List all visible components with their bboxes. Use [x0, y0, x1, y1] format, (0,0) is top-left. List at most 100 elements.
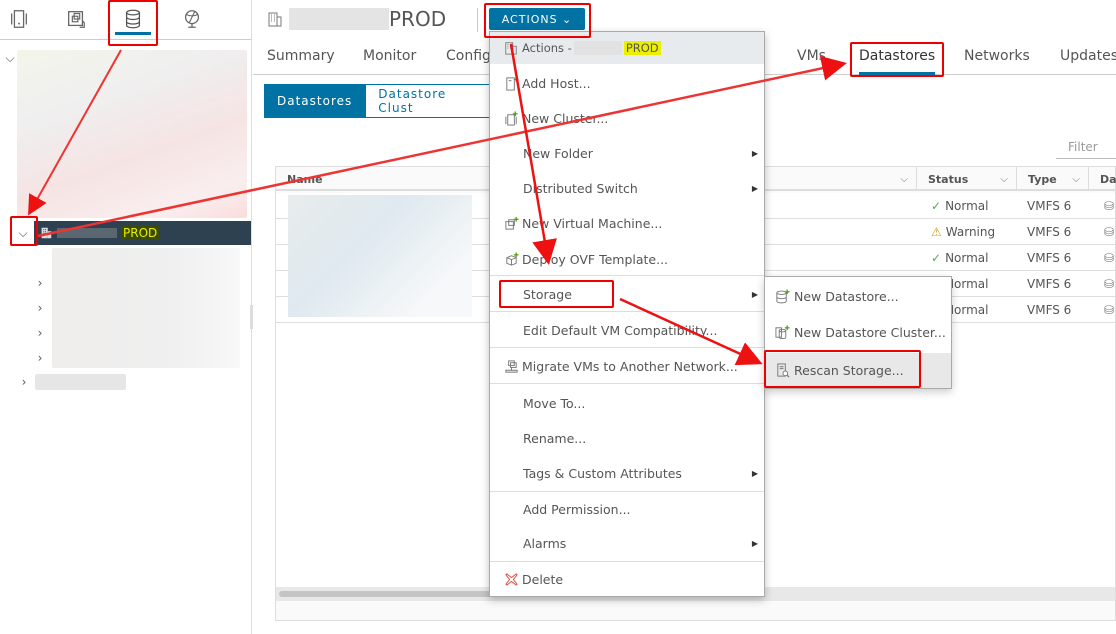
menu-item-add-host[interactable]: Add Host... [490, 66, 764, 101]
check-icon: ✓ [931, 198, 942, 213]
chevron-down-icon[interactable]: ⌵ [3, 51, 17, 65]
menu-item-storage[interactable]: Storage ▶ [490, 277, 764, 312]
tab-monitor[interactable]: Monitor [363, 48, 416, 64]
menu-item-move-to[interactable]: Move To... [490, 386, 764, 421]
type-cell: VMFS 6 [1027, 250, 1072, 265]
menu-item-label: Add Permission... [523, 502, 631, 517]
submenu-arrow-icon: ▶ [751, 290, 758, 299]
column-label: Name [287, 172, 323, 186]
menu-item-edit-default-vm-compatibility[interactable]: Edit Default VM Compatibility... [490, 313, 764, 348]
menu-item-label: Distributed Switch [523, 181, 638, 196]
chevron-right-icon[interactable]: › [17, 375, 31, 389]
chevron-right-icon[interactable]: › [33, 326, 47, 340]
menu-item-rescan-storage[interactable]: Rescan Storage... [765, 353, 951, 388]
tab-datastores[interactable]: Datastores [859, 48, 936, 75]
menu-divider [490, 347, 764, 348]
inventory-navigator: ⌵ ⌵ PROD › › › › › [0, 0, 254, 634]
datacenter-icon [41, 227, 52, 239]
rescan-storage-icon [773, 362, 791, 380]
submenu-arrow-icon: ▶ [751, 149, 758, 158]
actions-button[interactable]: ACTIONS ⌄ [489, 8, 585, 30]
menu-item-alarms[interactable]: Alarms ▶ [490, 526, 764, 561]
chevron-down-icon[interactable]: ⌵ [1000, 174, 1008, 185]
subtab-datastores[interactable]: Datastores [264, 84, 366, 118]
redacted-datastore-names [288, 195, 472, 317]
tree-child-row[interactable]: › [33, 296, 47, 320]
menu-item-distributed-switch[interactable]: Distributed Switch ▶ [490, 171, 764, 206]
chevron-down-icon[interactable]: ⌵ [900, 174, 908, 185]
status-text: Warning [945, 224, 996, 239]
menu-item-label: Move To... [523, 396, 586, 411]
migrate-vms-icon [502, 358, 520, 376]
new-vm-icon [502, 215, 520, 233]
menu-item-label: Delete [522, 572, 564, 587]
nav-tab-networking[interactable] [178, 6, 206, 32]
datastore-cluster-icon: ⛁ [1104, 198, 1115, 213]
menu-item-add-permission[interactable]: Add Permission... [490, 492, 764, 527]
tree-item-selected-datacenter[interactable]: PROD [34, 221, 251, 245]
menu-item-deploy-ovf-template[interactable]: Deploy OVF Template... [490, 242, 764, 277]
column-label: Type [1028, 172, 1057, 186]
menu-item-new-cluster[interactable]: New Cluster... [490, 101, 764, 136]
menu-item-label: Storage [523, 287, 572, 302]
status-text: Normal [945, 198, 989, 213]
vms-templates-icon [68, 11, 85, 28]
menu-item-new-virtual-machine[interactable]: New Virtual Machine... [490, 206, 764, 241]
tree-child-row[interactable]: › [33, 321, 47, 345]
tree-sibling-row[interactable]: › [17, 370, 31, 394]
new-cluster-icon [502, 110, 520, 128]
datastore-cluster-icon: ⛁ [1104, 302, 1115, 317]
status-cell: ✓ Normal [931, 193, 988, 218]
chevron-down-icon[interactable]: ⌵ [1072, 174, 1080, 185]
chevron-down-icon[interactable]: ⌵ [16, 226, 30, 240]
tab-summary[interactable]: Summary [267, 48, 335, 64]
nav-tab-vms-templates[interactable] [62, 6, 90, 32]
menu-item-delete[interactable]: Delete [490, 562, 764, 597]
grid-footer [276, 601, 1115, 620]
vsphere-client: ⌵ ⌵ PROD › › › › › PROD ACTIONS ⌄ Summar… [0, 0, 1116, 634]
new-datastore-icon [773, 288, 791, 306]
tree-root-row[interactable]: ⌵ [3, 46, 17, 70]
menu-item-new-datastore-cluster[interactable]: New Datastore Cluster... [765, 315, 951, 350]
chevron-right-icon[interactable]: › [33, 301, 47, 315]
database-icon [125, 9, 141, 29]
redacted-name [57, 228, 117, 238]
filter-input[interactable]: Filter [1056, 140, 1116, 159]
menu-item-new-datastore[interactable]: New Datastore... [765, 279, 951, 314]
menu-item-label: Alarms [523, 536, 567, 551]
menu-item-tags-custom-attributes[interactable]: Tags & Custom Attributes ▶ [490, 456, 764, 491]
menu-item-migrate-vms[interactable]: Migrate VMs to Another Network... [490, 349, 764, 384]
tree-selected-caret[interactable]: ⌵ [16, 221, 30, 245]
menu-header-object: PROD [623, 40, 661, 55]
type-cell: VMFS 6 [1027, 302, 1072, 317]
tree-child-row[interactable]: › [33, 346, 47, 370]
type-cell: VMFS 6 [1027, 224, 1072, 239]
redacted-title [289, 8, 389, 30]
menu-header-label: Actions - PROD [522, 40, 661, 56]
chevron-right-icon[interactable]: › [33, 351, 47, 365]
menu-item-rename[interactable]: Rename... [490, 421, 764, 456]
menu-item-label: Migrate VMs to Another Network... [522, 359, 738, 374]
tab-configure[interactable]: Config [446, 48, 491, 64]
tab-updates[interactable]: Updates [1060, 48, 1116, 64]
column-header-datastore-cluster[interactable]: Dat [1088, 167, 1116, 191]
tab-vms[interactable]: VMs [797, 48, 826, 64]
menu-item-label: New Folder [523, 146, 593, 161]
tab-networks[interactable]: Networks [964, 48, 1030, 64]
nav-tab-hosts-clusters[interactable] [5, 6, 33, 32]
storage-submenu: New Datastore... New Datastore Cluster..… [764, 276, 952, 389]
column-header-type[interactable]: Type ⌵ [1016, 167, 1088, 191]
column-label: Status [928, 172, 969, 186]
delete-icon [502, 571, 520, 589]
deploy-ovf-icon [502, 251, 520, 269]
chevron-right-icon[interactable]: › [33, 276, 47, 290]
column-header-status[interactable]: Status ⌵ [916, 167, 1016, 191]
menu-item-new-folder[interactable]: New Folder ▶ [490, 136, 764, 171]
check-icon: ✓ [931, 250, 942, 265]
submenu-arrow-icon: ▶ [751, 469, 758, 478]
datacenter-icon [502, 39, 520, 57]
subtab-datastore-clusters[interactable]: Datastore Clust [365, 84, 496, 118]
tree-child-row[interactable]: › [33, 271, 47, 295]
menu-item-label: Add Host... [522, 76, 591, 91]
nav-tab-storage[interactable] [115, 6, 151, 35]
